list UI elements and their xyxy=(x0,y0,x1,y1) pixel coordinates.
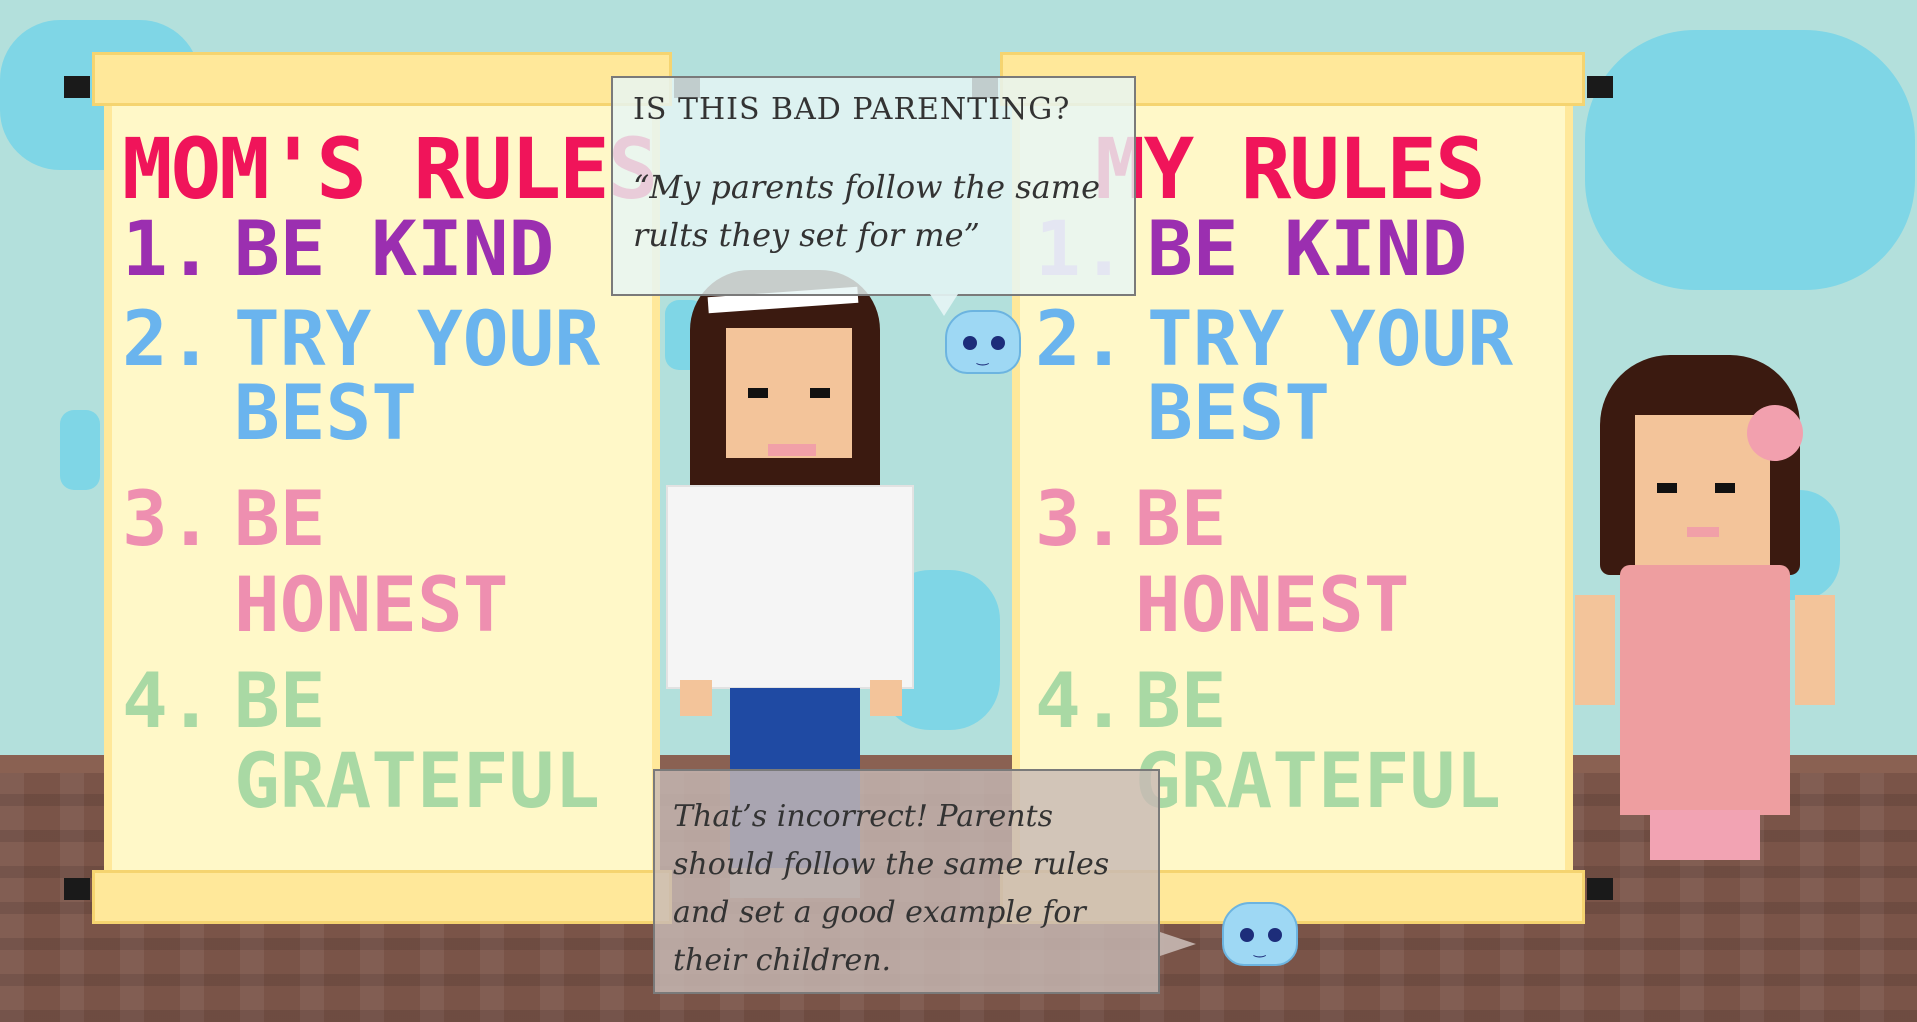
game-scene: MOM'S RULES 1. BE KIND 2. TRY YOUR BEST … xyxy=(0,0,1917,1022)
slime-mouth: ‿ xyxy=(1254,942,1266,958)
mom-shirt xyxy=(666,485,914,689)
scroll-knob xyxy=(64,878,90,900)
rule-text: TRY YOUR xyxy=(234,294,601,383)
rule-number: 4. xyxy=(122,656,214,745)
girl-arm xyxy=(1795,595,1835,705)
cloud-decoration xyxy=(1585,30,1915,290)
scroll-top-rod xyxy=(92,52,672,106)
scroll-knob xyxy=(1587,878,1613,900)
question-title: IS THIS BAD PARENTING? xyxy=(633,92,1071,127)
scroll-knob xyxy=(1587,76,1613,98)
mom-hand xyxy=(870,680,902,716)
rule-text-line2: GRATEFUL xyxy=(1135,736,1502,825)
rule-number: 2. xyxy=(122,294,214,383)
rule-number: 4. xyxy=(1035,656,1127,745)
rule-text: BE KIND xyxy=(234,204,555,293)
slime-eye xyxy=(1240,928,1254,942)
girl-mouth xyxy=(1687,527,1719,537)
flower-icon xyxy=(1747,405,1803,461)
girl-arm xyxy=(1575,595,1615,705)
rule-text: BE KIND xyxy=(1147,204,1468,293)
rule-number: 1. xyxy=(122,204,214,293)
rule-number: 3. xyxy=(122,474,214,563)
answer-text: That’s incorrect! Parents should follow … xyxy=(673,799,1110,978)
bubble-tail xyxy=(930,294,958,316)
slime-eye xyxy=(991,336,1005,350)
girl-eye xyxy=(1715,483,1735,493)
rule-number: 3. xyxy=(1035,474,1127,563)
rule-text: BE xyxy=(1135,656,1227,745)
question-bubble: IS THIS BAD PARENTING? “My parents follo… xyxy=(611,76,1136,296)
slime-eye xyxy=(963,336,977,350)
slime-eye xyxy=(1268,928,1282,942)
mom-face xyxy=(726,328,852,458)
moms-rules-scroll: MOM'S RULES 1. BE KIND 2. TRY YOUR BEST … xyxy=(64,52,700,924)
girl-dress xyxy=(1620,565,1790,815)
question-text: “My parents follow the same rults they s… xyxy=(633,168,1100,254)
girl-character xyxy=(1575,355,1835,870)
slime-mascot-icon: ‿ xyxy=(1222,902,1298,966)
rule-text-line2: GRATEFUL xyxy=(234,736,601,825)
rule-text-line2: HONEST xyxy=(234,560,509,649)
scroll-bottom-rod xyxy=(92,870,672,924)
girl-eye xyxy=(1657,483,1677,493)
mom-eye xyxy=(810,388,830,398)
mom-hand xyxy=(680,680,712,716)
rule-text: BE xyxy=(234,656,326,745)
answer-bubble: That’s incorrect! Parents should follow … xyxy=(653,769,1160,994)
rule-text: BE xyxy=(1135,474,1227,563)
scroll-knob xyxy=(64,76,90,98)
slime-mascot-icon: ‿ xyxy=(945,310,1021,374)
rule-text-line2: BEST xyxy=(1147,368,1331,457)
rule-text-line2: HONEST xyxy=(1135,560,1410,649)
rule-number: 2. xyxy=(1035,294,1127,383)
rule-text: BE xyxy=(234,474,326,563)
bubble-tail xyxy=(1160,932,1196,956)
rule-text: TRY YOUR xyxy=(1147,294,1514,383)
slime-mouth: ‿ xyxy=(977,350,989,366)
girl-legs xyxy=(1650,810,1760,860)
mom-eye xyxy=(748,388,768,398)
rule-text-line2: BEST xyxy=(234,368,418,457)
mom-mouth xyxy=(768,444,816,456)
